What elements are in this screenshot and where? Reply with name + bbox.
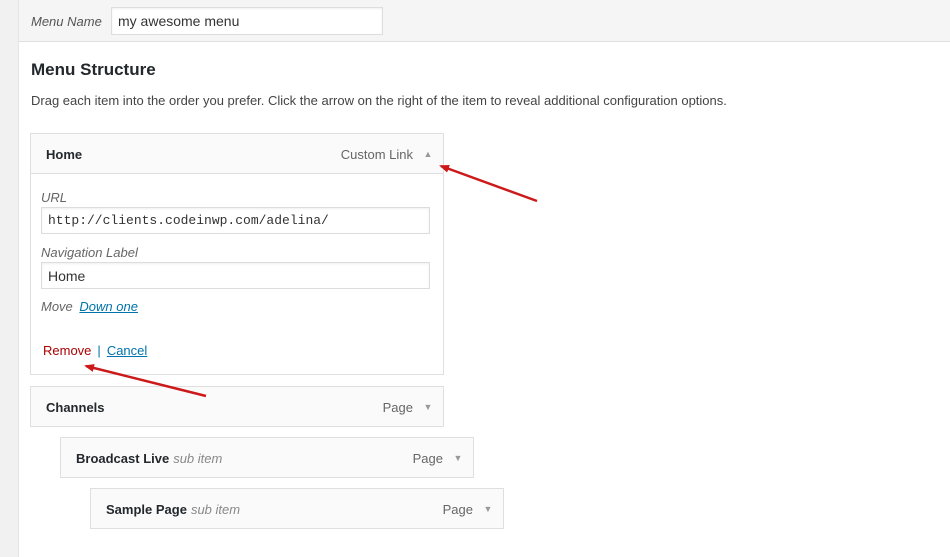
menu-structure-title: Menu Structure [31, 60, 156, 79]
menu-item-title: Sample Page sub item [106, 502, 241, 517]
menu-item-settings: URL Navigation Label Move Down one Remov… [30, 174, 444, 375]
menu-item-type: Page [382, 400, 413, 415]
menu-item-broadcast-live[interactable]: Broadcast Live sub item Page ▼ [60, 437, 474, 478]
menu-item-title: Broadcast Live sub item [76, 451, 223, 466]
action-separator: | [97, 343, 101, 358]
menu-item-title: Home [46, 147, 83, 162]
menu-header: Menu Name [19, 0, 950, 42]
cancel-link[interactable]: Cancel [107, 343, 147, 358]
sub-item-label: sub item [190, 502, 241, 517]
menu-item-type: Custom Link [340, 147, 413, 162]
sub-item-label: sub item [173, 451, 223, 466]
menu-name-label: Menu Name [31, 14, 102, 29]
url-input[interactable] [41, 207, 430, 234]
navigation-label-input[interactable] [41, 262, 430, 289]
menu-item-type: Page [442, 502, 473, 517]
move-down-one-link[interactable]: Down one [79, 299, 138, 314]
url-label: URL [41, 190, 68, 205]
remove-link[interactable]: Remove [43, 343, 91, 358]
down-arrow-icon[interactable]: ▼ [422, 400, 434, 414]
down-arrow-icon[interactable]: ▼ [452, 451, 464, 465]
menu-item-sample-page[interactable]: Sample Page sub item Page ▼ [90, 488, 504, 529]
up-arrow-icon[interactable]: ▲ [422, 147, 434, 161]
menu-structure-description: Drag each item into the order you prefer… [31, 93, 727, 108]
menu-item-type: Page [412, 451, 443, 466]
menu-item-home[interactable]: Home Custom Link ▲ [30, 133, 444, 174]
item-actions: Remove | Cancel [43, 343, 147, 358]
menu-item-title: Channels [46, 400, 105, 415]
down-arrow-icon[interactable]: ▼ [482, 502, 494, 516]
navigation-label-label: Navigation Label [41, 245, 138, 260]
menu-item-channels[interactable]: Channels Page ▼ [30, 386, 444, 427]
move-label: Move [41, 299, 73, 314]
move-row: Move Down one [41, 299, 138, 314]
menu-name-input[interactable] [111, 7, 383, 35]
